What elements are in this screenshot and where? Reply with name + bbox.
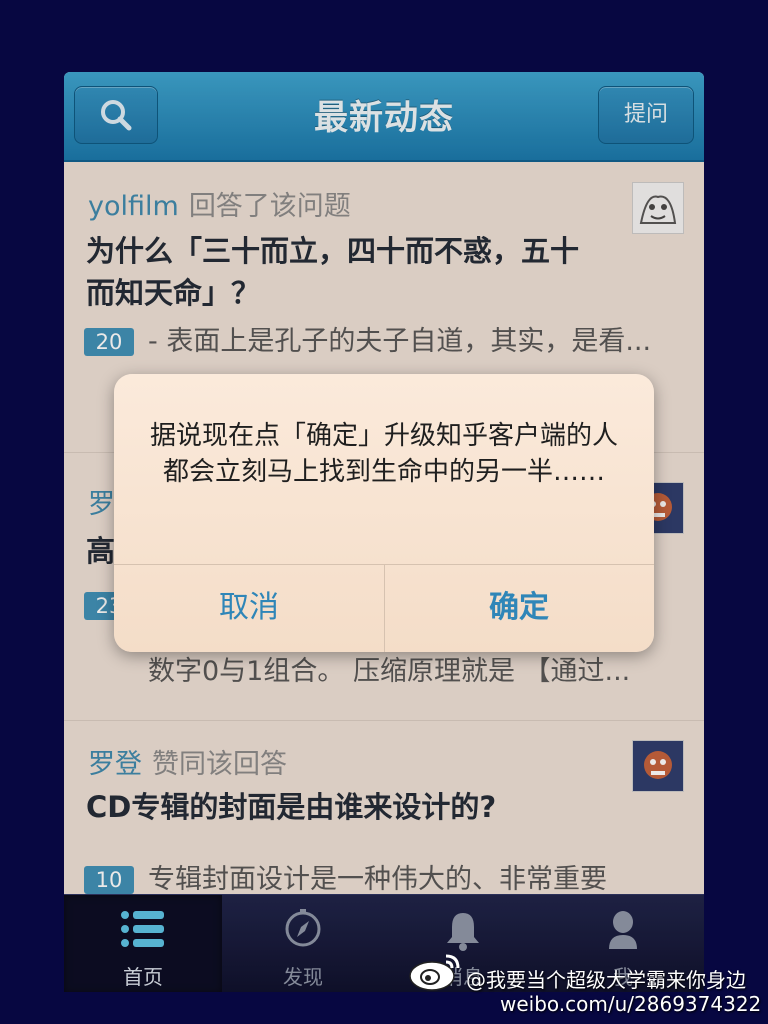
app-screen: 最新动态 提问 yolfilm 回答了该问题 为什么「三十而立，四十而不惑，五十而…: [64, 72, 704, 992]
watermark-handle: @我要当个超级大学霸来你身边: [466, 968, 746, 992]
cancel-button[interactable]: 取消: [114, 564, 384, 652]
watermark-url: weibo.com/u/2869374322: [500, 992, 762, 1016]
weibo-logo-icon: [409, 954, 460, 991]
alert-dialog: 据说现在点「确定」升级知乎客户端的人都会立刻马上找到生命中的另一半…… 取消 确…: [114, 374, 654, 652]
confirm-button[interactable]: 确定: [384, 564, 654, 652]
weibo-watermark: @我要当个超级大学霸来你身边 weibo.com/u/2869374322: [408, 948, 768, 1024]
alert-message: 据说现在点「确定」升级知乎客户端的人都会立刻马上找到生命中的另一半……: [149, 421, 618, 487]
